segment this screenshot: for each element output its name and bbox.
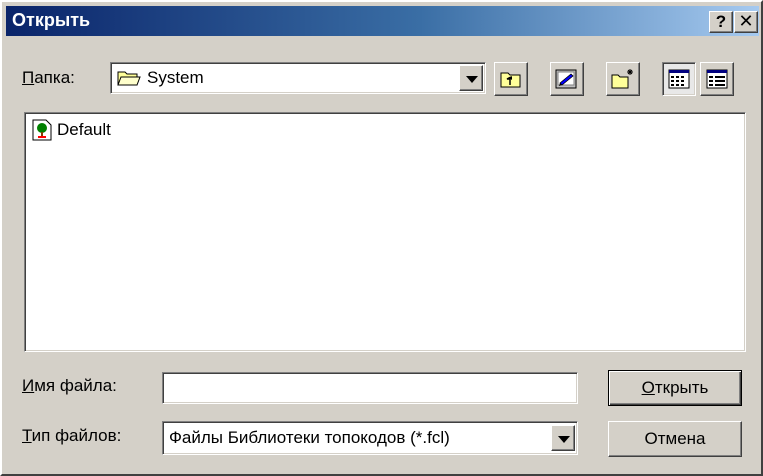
file-name: Default [57,120,111,139]
filetype-value: Файлы Библиотеки топокодов (*.fcl) [169,428,450,447]
list-item[interactable]: Default [31,119,111,141]
dialog-title: Открыть [12,10,91,30]
file-list[interactable]: Default [24,112,746,352]
details-view-button[interactable] [700,62,734,96]
filetype-select[interactable]: Файлы Библиотеки топокодов (*.fcl) [162,421,578,455]
desktop-button[interactable] [550,62,584,96]
chevron-down-icon[interactable] [459,65,483,91]
new-folder-icon [611,69,633,89]
folder-icon [117,71,141,86]
details-view-icon [706,69,728,89]
folder-combo[interactable]: System [110,62,486,94]
close-icon: ✕ [738,11,754,31]
folder-value: System [147,68,204,87]
filename-label: Имя файла: [22,376,117,395]
up-folder-icon [500,72,521,88]
up-one-level-button[interactable] [494,62,528,96]
close-button[interactable]: ✕ [734,11,758,33]
new-folder-button[interactable] [606,62,640,96]
filename-input[interactable] [162,372,578,404]
open-dialog: Открыть ? ✕ Папка: System Default Имя фа… [0,0,763,476]
open-button[interactable]: Открыть [608,370,742,406]
chevron-down-icon[interactable] [551,425,575,451]
cancel-button[interactable]: Отмена [608,421,742,457]
help-icon: ? [715,12,727,31]
list-view-button[interactable] [662,62,696,96]
list-view-icon [668,69,690,89]
help-button[interactable]: ? [709,11,733,33]
title-bar[interactable]: Открыть ? ✕ [6,6,759,36]
folder-label: Папка: [22,68,75,87]
desktop-icon [555,69,577,89]
tree-document-icon [32,119,52,141]
filetype-label: Тип файлов: [22,426,122,445]
